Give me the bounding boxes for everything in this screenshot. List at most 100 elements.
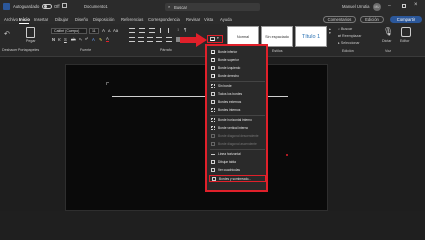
left-border-icon — [211, 66, 215, 71]
document-title: Documento1 — [84, 4, 108, 9]
strikethrough-icon[interactable]: ab — [71, 37, 76, 42]
font-name-dropdown[interactable]: Calibri (Cuerpo) — [51, 28, 87, 34]
tab-disposicion[interactable]: Disposición — [93, 17, 114, 22]
menu-item-top-border[interactable]: Borde superior — [209, 57, 266, 64]
subscript-icon[interactable]: x₂ — [79, 37, 82, 41]
share-button[interactable]: Compartir — [390, 15, 422, 23]
font-color-icon[interactable]: A — [106, 36, 109, 42]
decrease-indent-icon[interactable] — [160, 28, 165, 33]
tab-ayuda[interactable]: Ayuda — [220, 17, 232, 22]
search-placeholder: Buscar — [174, 4, 188, 10]
diagonal-down-border-icon — [211, 134, 215, 139]
avatar[interactable]: MU — [373, 2, 381, 11]
borders-dropdown-menu: Borde inferior Borde superior Borde izqu… — [205, 44, 268, 192]
select-label: Seleccionar — [340, 41, 360, 45]
replace-label: Reemplazar — [342, 34, 362, 38]
undo-icon[interactable]: ↶ — [4, 30, 10, 38]
user-name: Manuel Urrutia — [342, 4, 370, 9]
microphone-icon[interactable]: 🎙 — [383, 27, 393, 36]
comments-button[interactable]: Comentarios — [323, 15, 356, 23]
pointer-arrow-icon — [180, 33, 207, 47]
menu-item-left-border[interactable]: Borde izquierdo — [209, 65, 266, 72]
menu-item-draw-table[interactable]: Dibujar tabla — [209, 159, 266, 166]
menu-item-horizontal-line[interactable]: Línea horizontal — [209, 151, 266, 158]
tab-dibujar[interactable]: Dibujar — [55, 17, 68, 22]
tab-insertar[interactable]: Insertar — [34, 17, 48, 22]
document-page[interactable] — [65, 64, 328, 211]
minimize-icon[interactable]: – — [388, 3, 391, 9]
tab-diseno[interactable]: Diseño — [75, 17, 88, 22]
inside-vertical-border-icon — [211, 126, 215, 131]
menu-item-diagonal-up-border: Borde diagonal ascendente — [209, 141, 266, 148]
sort-icon[interactable]: ↕ — [177, 27, 179, 32]
highlight-icon[interactable]: ✎ — [99, 37, 103, 42]
superscript-icon[interactable]: x² — [85, 37, 88, 41]
tab-correspondencia[interactable]: Correspondencia — [148, 17, 180, 22]
word-logo-icon — [3, 3, 10, 10]
menu-item-borders-and-shading[interactable]: Bordes y sombreado... — [209, 175, 266, 182]
font-grow-icon[interactable]: A — [102, 28, 105, 33]
change-case-icon[interactable]: Aa — [113, 28, 118, 33]
menu-separator — [210, 149, 265, 150]
align-center-icon[interactable] — [138, 37, 144, 42]
maximize-icon[interactable] — [402, 4, 406, 8]
tab-referencias[interactable]: Referencias — [121, 17, 143, 22]
menu-item-bottom-border[interactable]: Borde inferior — [209, 49, 266, 56]
editing-mode-button[interactable]: Edición — [360, 15, 384, 23]
show-formatting-icon[interactable]: ¶ — [184, 27, 186, 32]
menu-item-inside-horizontal-border[interactable]: Borde horizontal interno — [209, 117, 266, 124]
menu-item-all-borders[interactable]: Todos los bordes — [209, 91, 266, 98]
bullets-icon[interactable] — [129, 28, 135, 33]
select-button[interactable]: ▸ Seleccionar — [338, 41, 360, 45]
tab-inicio[interactable]: Inicio — [19, 17, 30, 22]
horizontal-line-icon — [211, 154, 215, 158]
autosave-toggle[interactable] — [42, 3, 52, 9]
multilevel-list-icon[interactable] — [149, 28, 155, 33]
all-borders-icon — [211, 92, 215, 97]
underline-icon[interactable]: S — [64, 37, 67, 42]
top-border-icon — [211, 58, 215, 63]
dictate-label: Dictar — [382, 39, 392, 43]
title-bar: Autoguardado Off Documento1 ⌕ Buscar Man… — [0, 0, 425, 14]
menu-bar: Archivo Inicio Insertar Dibujar Diseño D… — [0, 14, 425, 24]
menu-item-view-gridlines[interactable]: Ver cuadrículas — [209, 167, 266, 174]
menu-separator — [210, 115, 265, 116]
numbering-icon[interactable] — [139, 28, 145, 33]
editor-icon[interactable] — [401, 27, 411, 37]
inside-borders-icon — [211, 108, 215, 113]
styles-group-label: Estilos — [272, 49, 283, 53]
clipboard-group-label: Portapapeles — [18, 48, 40, 52]
diagonal-up-border-icon — [211, 142, 215, 147]
right-border-icon — [211, 74, 215, 79]
bold-icon[interactable]: N — [52, 37, 55, 42]
styles-scroll-icon[interactable]: ▴ ▾ — [329, 27, 331, 35]
menu-item-inside-vertical-border[interactable]: Borde vertical interno — [209, 125, 266, 132]
paste-icon[interactable] — [26, 27, 35, 38]
save-icon[interactable] — [62, 3, 67, 8]
font-size-dropdown[interactable]: 11 — [89, 28, 99, 34]
tab-archivo[interactable]: Archivo — [4, 17, 18, 22]
search-box[interactable]: ⌕ Buscar — [165, 3, 260, 11]
borders-button-highlight[interactable]: ▾ — [207, 35, 223, 43]
menu-item-outside-borders[interactable]: Bordes externos — [209, 99, 266, 106]
edit-group-label: Edición — [342, 49, 354, 53]
italic-icon[interactable]: K — [58, 37, 61, 42]
justify-icon[interactable] — [156, 37, 162, 42]
menu-item-no-border[interactable]: Sin borde — [209, 83, 266, 90]
style-heading-1[interactable]: Título 1 — [295, 26, 327, 47]
menu-item-right-border[interactable]: Borde derecho — [209, 73, 266, 80]
autosave-label: Autoguardado — [13, 4, 40, 9]
paragraph-group-label: Párrafo — [160, 48, 172, 52]
replace-button[interactable]: ⇄ Reemplazar — [338, 34, 361, 38]
align-right-icon[interactable] — [147, 37, 153, 42]
align-left-icon[interactable] — [129, 37, 135, 42]
tab-revisar[interactable]: Revisar — [186, 17, 200, 22]
line-spacing-icon[interactable] — [166, 37, 172, 42]
find-button[interactable]: ⌕ Buscar — [338, 27, 352, 31]
font-shrink-icon[interactable]: A — [108, 29, 111, 33]
text-effects-icon[interactable]: A — [92, 37, 95, 42]
close-icon[interactable]: × — [414, 2, 418, 8]
tab-vista[interactable]: Vista — [204, 17, 213, 22]
increase-indent-icon[interactable] — [168, 28, 173, 33]
menu-item-inside-borders[interactable]: Bordes internos — [209, 107, 266, 114]
